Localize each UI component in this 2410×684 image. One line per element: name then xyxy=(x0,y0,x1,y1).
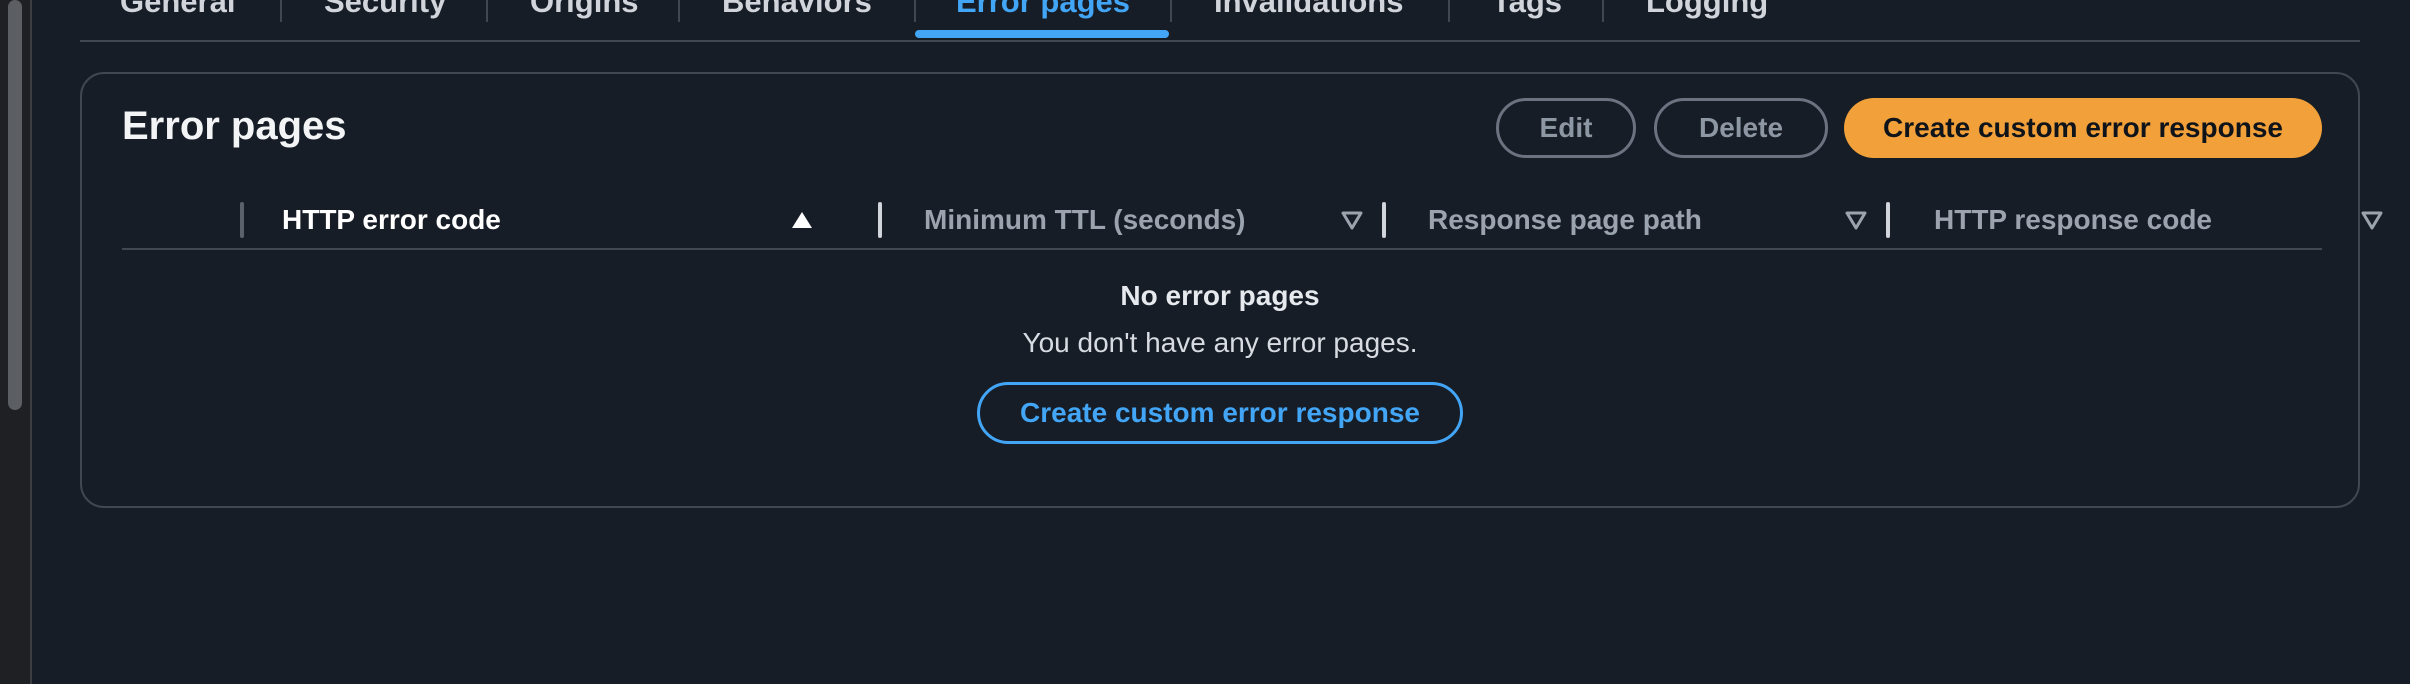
column-header-minimum-ttl[interactable]: Minimum TTL (seconds) xyxy=(924,192,1404,248)
column-label: HTTP error code xyxy=(282,204,501,235)
tab-tags[interactable]: Tags xyxy=(1492,0,1562,22)
tab-logging[interactable]: Logging xyxy=(1646,0,1768,22)
active-tab-indicator xyxy=(915,30,1169,38)
delete-button[interactable]: Delete xyxy=(1654,98,1828,158)
distribution-tabs: General Security Origins Behaviors Error… xyxy=(80,0,2360,42)
panel-title: Error pages xyxy=(122,104,347,148)
column-divider[interactable] xyxy=(1886,202,1890,238)
tab-divider xyxy=(1602,0,1604,22)
column-label: Minimum TTL (seconds) xyxy=(924,204,1246,235)
left-scroll-strip xyxy=(0,0,32,684)
tab-origins[interactable]: Origins xyxy=(530,0,639,22)
tab-divider xyxy=(486,0,488,22)
column-label: Response page path xyxy=(1428,204,1702,235)
empty-state-description: You don't have any error pages. xyxy=(1022,327,1418,358)
column-divider[interactable] xyxy=(1382,202,1386,238)
tab-invalidations[interactable]: Invalidations xyxy=(1214,0,1403,22)
tab-divider xyxy=(1448,0,1450,22)
column-label: HTTP response code xyxy=(1934,204,2213,235)
create-custom-error-response-link-button[interactable]: Create custom error response xyxy=(977,382,1463,444)
column-header-response-page-path[interactable]: Response page path xyxy=(1428,192,1908,248)
edit-button[interactable]: Edit xyxy=(1496,98,1636,158)
tab-behaviors[interactable]: Behaviors xyxy=(722,0,872,22)
tab-general[interactable]: General xyxy=(120,0,235,22)
column-header-http-response-code[interactable]: HTTP response code xyxy=(1934,192,2410,248)
error-pages-view: General Security Origins Behaviors Error… xyxy=(0,0,2410,684)
tab-error-pages[interactable]: Error pages xyxy=(956,0,1130,22)
create-custom-error-response-button[interactable]: Create custom error response xyxy=(1844,98,2322,158)
tab-divider xyxy=(280,0,282,22)
tab-divider xyxy=(914,0,916,22)
table-header: HTTP error code Minimum TTL (seconds) Re… xyxy=(122,192,2383,250)
sort-descending-icon[interactable] xyxy=(1340,208,1364,232)
sort-descending-icon[interactable] xyxy=(2360,208,2384,232)
column-header-http-error-code[interactable]: HTTP error code xyxy=(282,192,858,248)
sort-ascending-icon[interactable] xyxy=(790,208,814,232)
empty-state-title: No error pages xyxy=(1120,280,1320,311)
empty-state: No error pages You don't have any error … xyxy=(82,274,2358,444)
column-divider[interactable] xyxy=(878,202,882,238)
sort-descending-icon[interactable] xyxy=(1844,208,1868,232)
tab-divider xyxy=(678,0,680,22)
error-pages-panel: Error pages Edit Delete Create custom er… xyxy=(80,72,2383,508)
tab-divider xyxy=(1170,0,1172,22)
column-divider xyxy=(240,202,244,238)
scrollbar-thumb[interactable] xyxy=(8,0,22,410)
tab-security[interactable]: Security xyxy=(324,0,446,22)
